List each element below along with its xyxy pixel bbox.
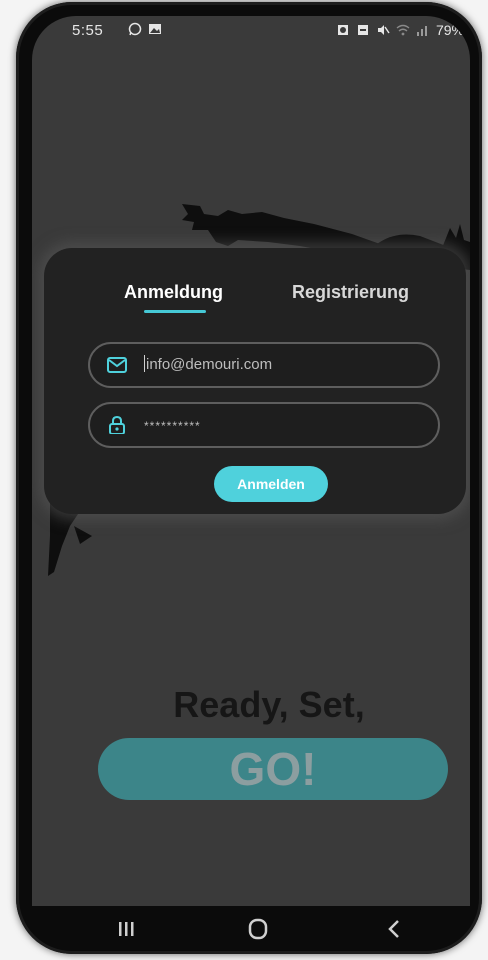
gallery-icon [149, 24, 161, 34]
wifi-icon [396, 24, 410, 36]
email-input-value: info@demouri.com [144, 355, 272, 373]
dnd-icon [357, 25, 368, 35]
mute-icon [377, 25, 390, 35]
lock-icon [109, 416, 125, 434]
home-icon[interactable] [238, 912, 278, 946]
navigation-bar [16, 906, 482, 952]
tab-anmeldung[interactable]: Anmeldung [124, 282, 223, 303]
whatsapp-icon [128, 22, 142, 36]
login-card: Anmeldung Registrierung info@demouri.com… [44, 248, 466, 514]
email-field[interactable]: info@demouri.com [88, 342, 440, 388]
back-icon[interactable] [374, 912, 414, 946]
alarm-icon [337, 25, 348, 35]
headline: Ready, Set, [173, 684, 365, 725]
password-field[interactable]: ********** [88, 402, 440, 448]
anmelden-button[interactable]: Anmelden [214, 466, 328, 502]
recents-icon[interactable] [106, 912, 146, 946]
go-button[interactable]: GO! [98, 738, 448, 800]
status-system-icons: 79% [336, 22, 464, 38]
tab-registrierung[interactable]: Registrierung [292, 282, 409, 303]
mail-icon [107, 357, 127, 373]
status-notification-icons [128, 22, 162, 36]
app-screen: 5:55 79% Anmeldung Registrierung info@de… [32, 16, 470, 906]
email-value: info@demouri.com [146, 356, 273, 373]
battery-level: 79% [435, 22, 464, 38]
active-tab-indicator [144, 310, 206, 313]
phone-frame: 5:55 79% Anmeldung Registrierung info@de… [16, 2, 482, 954]
text-cursor [144, 355, 145, 372]
status-bar: 5:55 79% [32, 16, 470, 46]
signal-icon [416, 26, 427, 36]
password-value: ********** [144, 419, 201, 433]
status-time: 5:55 [72, 22, 104, 39]
